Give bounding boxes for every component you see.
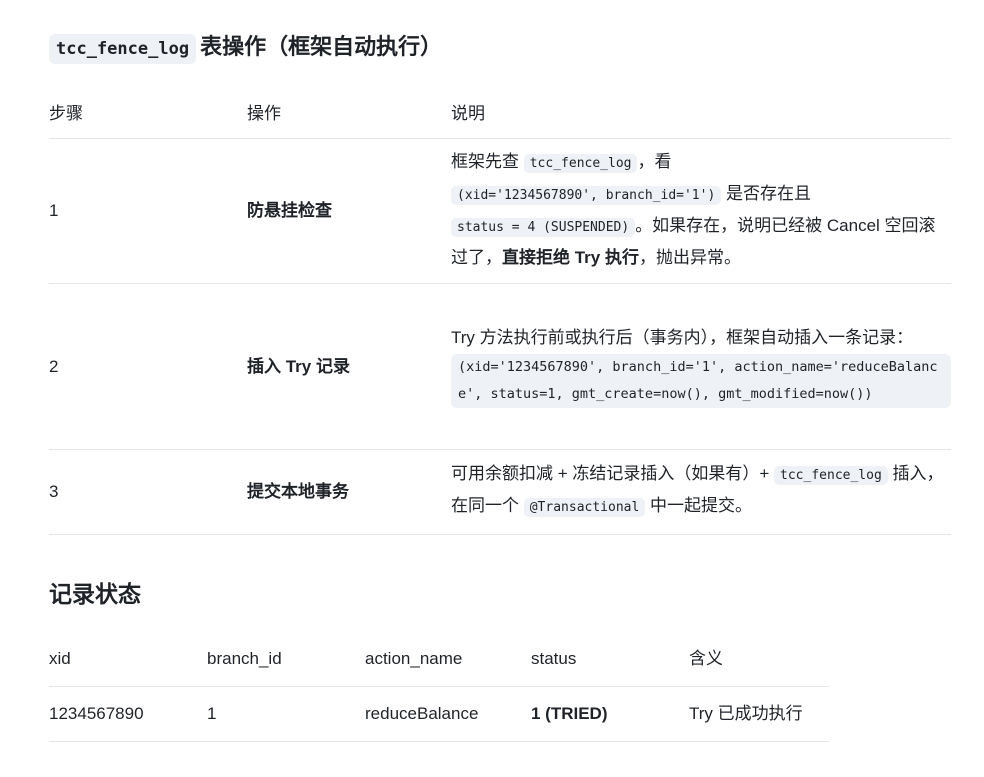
status-table: xid branch_id action_name status 含义 1234…	[49, 632, 829, 742]
header-status: status	[531, 649, 577, 668]
xid-cell: 1234567890	[49, 704, 144, 723]
heading-code: tcc_fence_log	[49, 34, 197, 64]
desc-text: 框架先查	[451, 152, 524, 171]
desc-bold: 直接拒绝 Try 执行	[502, 248, 639, 267]
header-desc: 说明	[451, 104, 485, 123]
desc-cell: 可用余额扣减 + 冻结记录插入（如果有）+ tcc_fence_log 插入，在…	[451, 450, 951, 535]
step-cell: 1	[49, 201, 59, 220]
table-header-row: 步骤 操作 说明	[49, 90, 951, 139]
inline-code: tcc_fence_log	[523, 154, 638, 173]
header-op: 操作	[247, 104, 281, 123]
branch-id-cell: 1	[207, 704, 217, 723]
desc-cell: 框架先查 tcc_fence_log ，看 (xid='1234567890', b…	[451, 139, 951, 284]
status-cell: 1 (TRIED)	[531, 704, 608, 723]
table-row: 2 插入 Try 记录 Try 方法执行前或执行后（事务内），框架自动插入一条记…	[49, 284, 951, 450]
heading-text: 表操作（框架自动执行）	[200, 34, 443, 59]
desc-text: ，抛出异常。	[638, 248, 741, 267]
desc-text: 中一起提交。	[645, 496, 753, 515]
section-heading: tcc_fence_log 表操作（框架自动执行）	[49, 30, 442, 66]
op-cell: 提交本地事务	[247, 482, 349, 501]
code-block: (xid='1234567890', branch_id='1', action…	[451, 354, 951, 408]
header-step: 步骤	[49, 104, 83, 123]
table-row: 3 提交本地事务 可用余额扣减 + 冻结记录插入（如果有）+ tcc_fence…	[49, 450, 951, 535]
status-heading: 记录状态	[49, 581, 141, 607]
desc-text: 是否存在且	[721, 184, 812, 203]
step-cell: 3	[49, 482, 59, 501]
desc-text: ，看	[637, 152, 672, 171]
desc-text: 可用余额扣减 + 冻结记录插入（如果有）+	[451, 464, 775, 483]
operations-table: 步骤 操作 说明 1 防悬挂检查 框架先查 tcc_fence_log ，看 (xi…	[49, 90, 951, 535]
inline-code: @Transactional	[523, 498, 646, 517]
inline-code: status = 4 (SUSPENDED)	[451, 218, 636, 237]
table-header-row: xid branch_id action_name status 含义	[49, 632, 829, 687]
table-row: 1 防悬挂检查 框架先查 tcc_fence_log ，看 (xid='123456…	[49, 139, 951, 284]
op-cell: 插入 Try 记录	[247, 356, 350, 376]
header-meaning: 含义	[689, 649, 723, 668]
header-xid: xid	[49, 649, 71, 668]
op-cell: 防悬挂检查	[247, 201, 332, 220]
header-branch-id: branch_id	[207, 649, 282, 668]
table-row: 1234567890 1 reduceBalance 1 (TRIED) Try…	[49, 687, 829, 742]
desc-text: Try 方法执行前或执行后（事务内），框架自动插入一条记录：	[451, 328, 914, 347]
step-cell: 2	[49, 356, 59, 376]
header-action-name: action_name	[365, 649, 463, 668]
action-name-cell: reduceBalance	[365, 704, 479, 723]
desc-cell: Try 方法执行前或执行后（事务内），框架自动插入一条记录： (xid='1234…	[451, 284, 951, 450]
meaning-cell: Try 已成功执行	[689, 704, 803, 723]
inline-code: tcc_fence_log	[774, 466, 888, 485]
inline-code: (xid='1234567890', branch_id='1')	[451, 186, 722, 205]
